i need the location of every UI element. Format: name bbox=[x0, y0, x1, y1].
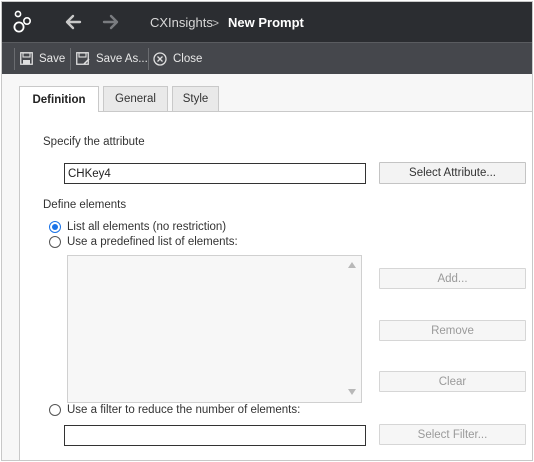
option-filter-label: Use a filter to reduce the number of ele… bbox=[67, 404, 301, 416]
tab-definition[interactable]: Definition bbox=[19, 86, 99, 112]
tab-general[interactable]: General bbox=[103, 86, 168, 111]
tab-style[interactable]: Style bbox=[172, 86, 219, 111]
page-title: New Prompt bbox=[228, 15, 304, 30]
breadcrumb-separator: > bbox=[212, 16, 220, 30]
title-bar: CXInsights > New Prompt bbox=[2, 2, 532, 42]
scroll-up-icon[interactable] bbox=[348, 262, 356, 268]
close-label: Close bbox=[173, 52, 203, 65]
radio-filter[interactable] bbox=[49, 404, 61, 416]
save-button[interactable]: Save bbox=[20, 43, 65, 74]
select-filter-button[interactable]: Select Filter... bbox=[379, 424, 526, 445]
scroll-down-icon[interactable] bbox=[348, 389, 356, 395]
radio-list-all[interactable] bbox=[49, 221, 61, 233]
toolbar-divider bbox=[70, 48, 71, 70]
specify-attribute-label: Specify the attribute bbox=[43, 136, 145, 148]
clear-button[interactable]: Clear bbox=[379, 371, 526, 392]
forward-arrow-icon[interactable] bbox=[102, 13, 120, 31]
save-as-icon bbox=[76, 52, 90, 65]
breadcrumb-app[interactable]: CXInsights bbox=[150, 15, 213, 30]
add-button[interactable]: Add... bbox=[379, 268, 526, 289]
option-filter[interactable]: Use a filter to reduce the number of ele… bbox=[49, 404, 300, 416]
back-arrow-icon[interactable] bbox=[64, 13, 82, 31]
define-elements-label: Define elements bbox=[43, 199, 127, 211]
attribute-field[interactable] bbox=[64, 163, 366, 184]
elements-listbox[interactable] bbox=[67, 255, 362, 403]
toolbar: Save Save As... Close bbox=[2, 42, 532, 74]
select-attribute-button[interactable]: Select Attribute... bbox=[379, 162, 526, 184]
toolbar-divider bbox=[14, 48, 15, 70]
radio-predefined-list[interactable] bbox=[49, 236, 61, 248]
option-list-all[interactable]: List all elements (no restriction) bbox=[49, 221, 226, 233]
close-button[interactable]: Close bbox=[153, 43, 202, 74]
save-as-label: Save As... bbox=[96, 52, 148, 65]
save-icon bbox=[20, 52, 33, 65]
option-list-all-label: List all elements (no restriction) bbox=[67, 221, 227, 233]
filter-field[interactable] bbox=[64, 425, 366, 446]
app-logo-icon[interactable] bbox=[12, 10, 32, 34]
save-label: Save bbox=[39, 52, 66, 65]
remove-button[interactable]: Remove bbox=[379, 320, 526, 341]
close-circle-icon bbox=[153, 51, 167, 66]
option-predefined-list-label: Use a predefined list of elements: bbox=[67, 236, 238, 248]
option-predefined-list[interactable]: Use a predefined list of elements: bbox=[49, 236, 238, 248]
save-as-button[interactable]: Save As... bbox=[76, 43, 148, 74]
toolbar-divider bbox=[148, 48, 149, 70]
